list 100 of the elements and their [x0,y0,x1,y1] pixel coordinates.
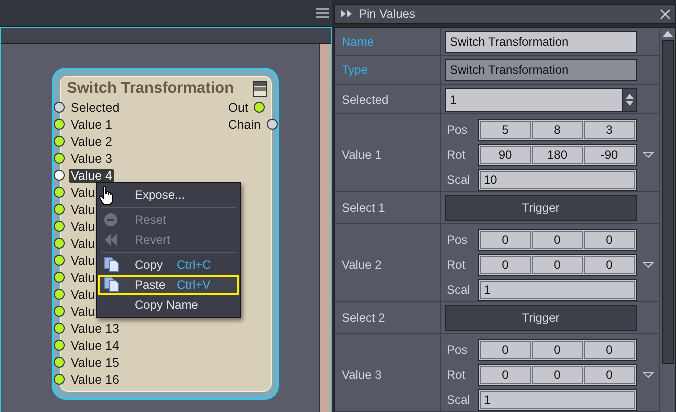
pin-label[interactable]: Valu [69,202,98,218]
pin-label[interactable]: Value 3 [69,150,114,166]
scroll-up-icon[interactable] [662,31,672,37]
number-field[interactable]: 3 [584,120,635,138]
output-pin[interactable] [254,102,266,113]
field-label: Pos [446,232,469,248]
input-pin[interactable] [54,102,65,113]
number-field[interactable]: 0 [584,366,635,384]
input-pin[interactable] [54,136,65,147]
input-pin[interactable] [54,374,65,385]
input-pin[interactable] [54,357,65,368]
input-pin[interactable] [54,340,65,351]
number-field[interactable]: 0 [532,230,583,248]
pin-label[interactable]: Value 16 [69,372,122,388]
number-field[interactable]: 5 [480,120,531,138]
number-field[interactable]: 0 [584,230,635,248]
number-field[interactable]: 180 [532,146,583,164]
expand-icon[interactable] [341,10,353,18]
rewind-icon [104,234,118,246]
number-field[interactable]: 1 [445,88,623,112]
menu-item[interactable]: Paste Ctrl+V [98,275,239,295]
pin-label[interactable]: Value 2 [69,134,114,150]
pin-label[interactable]: Out [226,100,250,116]
number-field[interactable]: 0 [584,340,635,358]
pin-label[interactable]: Valu [69,252,98,268]
input-pin[interactable] [54,153,65,164]
trigger-button[interactable]: Trigger [445,305,637,331]
copy-icon [104,257,120,273]
number-field[interactable]: 90 [480,146,531,164]
field-label: Scal [446,392,472,408]
property-label: Value 1 [335,114,441,195]
pin-label[interactable]: Valu [69,304,98,320]
number-field[interactable]: 0 [532,256,583,274]
menu-item[interactable]: Copy Ctrl+C [98,255,239,275]
number-field[interactable]: 0 [532,340,583,358]
reset-icon [104,213,118,227]
input-pin[interactable] [54,255,65,266]
field-label: Rot [446,146,467,164]
menu-item[interactable]: Expose... [98,185,239,205]
property-label: Name [335,28,441,56]
pin-label[interactable]: Value 14 [69,338,122,354]
property-label: Select 2 [335,302,441,334]
pin-label[interactable]: Valu [69,236,98,252]
layers-icon[interactable] [253,81,267,97]
input-pin[interactable] [54,323,65,334]
field-label: Pos [446,122,469,138]
number-field[interactable]: 1 [480,280,635,298]
pin-label[interactable]: Value 1 [69,116,114,132]
dropdown-icon[interactable] [642,262,654,268]
input-pin[interactable] [54,289,65,300]
number-field[interactable]: 0 [480,366,531,384]
field-label: Rot [446,256,467,274]
text-field[interactable]: Switch Transformation [445,31,637,53]
number-field[interactable]: 0 [480,340,531,358]
scrollbar-thumb[interactable] [662,40,674,364]
pin-label[interactable]: Value 13 [69,320,122,336]
output-pin[interactable] [267,119,278,130]
node-title: Switch Transformation [67,79,234,100]
pin-label[interactable]: Selected [69,100,122,116]
number-field[interactable]: 0 [532,366,583,384]
menu-icon[interactable] [316,7,329,19]
input-pin[interactable] [54,204,65,215]
trigger-button[interactable]: Trigger [445,195,637,221]
input-pin[interactable] [54,119,65,130]
pin-label[interactable]: Value 15 [69,354,122,370]
copy-icon [104,277,120,293]
text-field[interactable]: Switch Transformation [445,59,637,81]
pin-label[interactable]: Valu [69,286,98,302]
spinner-button[interactable] [623,88,637,112]
input-pin[interactable] [54,306,65,317]
field-label: Rot [446,366,467,384]
close-button[interactable] [660,8,671,20]
number-field[interactable]: 0 [480,256,531,274]
pin-label[interactable]: Valu [69,218,98,234]
input-pin[interactable] [54,170,65,181]
panel-title: Pin Values [359,6,416,23]
pin-label[interactable]: Valu [69,184,98,200]
menu-item[interactable]: Copy Name [98,295,239,315]
pin-label[interactable]: Value 4 [69,168,114,182]
number-field[interactable]: 0 [480,230,531,248]
input-pin[interactable] [54,221,65,232]
number-field[interactable]: 0 [584,256,635,274]
hand-cursor-icon [99,186,115,206]
pin-label[interactable]: Chain [226,116,263,132]
pin-label[interactable]: Valu [69,270,98,286]
property-label: Select 1 [335,192,441,224]
property-label: Type [335,56,441,84]
dropdown-icon[interactable] [642,152,654,158]
field-label: Scal [446,282,472,298]
up-down-arrows-icon [626,94,634,106]
input-pin[interactable] [54,187,65,198]
number-field[interactable]: 8 [532,120,583,138]
input-pin[interactable] [54,238,65,249]
number-field[interactable]: 1 [480,390,635,408]
number-field[interactable]: 10 [480,170,635,188]
field-label: Pos [446,342,469,358]
input-pin[interactable] [54,272,65,283]
property-label: Value 2 [335,224,441,305]
dropdown-icon[interactable] [642,372,654,378]
number-field[interactable]: -90 [584,146,635,164]
